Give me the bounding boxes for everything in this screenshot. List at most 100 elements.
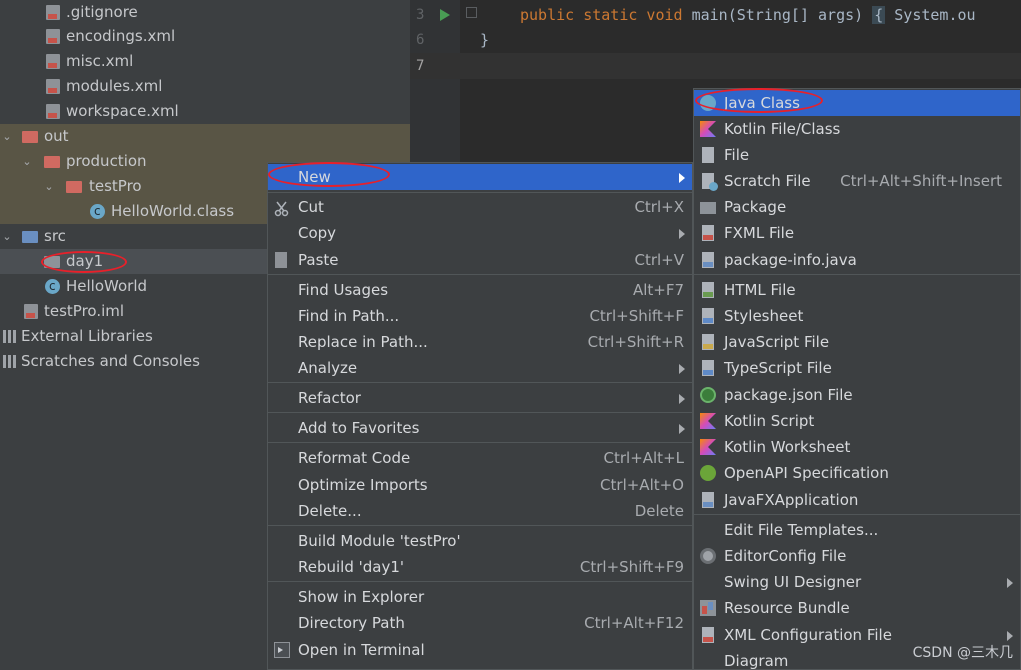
menu-item-show-in-explorer[interactable]: Show in Explorer (268, 584, 692, 610)
menu-item-find-in-path[interactable]: Find in Path... Ctrl+Shift+F (268, 303, 692, 329)
menu-item-new[interactable]: New (268, 164, 692, 190)
menu-item-paste[interactable]: Paste Ctrl+V (268, 247, 692, 273)
menu-item-directory-path[interactable]: Directory Path Ctrl+Alt+F12 (268, 610, 692, 636)
menu-item-rebuild[interactable]: Rebuild 'day1' Ctrl+Shift+F9 (268, 554, 692, 580)
scratch-file-icon (702, 173, 718, 191)
submenu-item-fxml-file[interactable]: FXML File (694, 220, 1020, 246)
submenu-item-javascript-file[interactable]: JavaScript File (694, 329, 1020, 355)
submenu-item-typescript-file[interactable]: TypeScript File (694, 355, 1020, 381)
submenu-item-html-file[interactable]: HTML File (694, 277, 1020, 303)
tree-item-gitignore[interactable]: .gitignore (0, 0, 410, 25)
submenu-arrow-icon (1007, 578, 1013, 588)
code-text: main(String[] args) (682, 6, 873, 24)
code-line[interactable]: 6 } (410, 27, 1021, 53)
submenu-arrow-icon (1007, 631, 1013, 641)
chevron-down-icon[interactable]: ⌄ (42, 174, 56, 199)
menu-item-open-in-terminal[interactable]: Open in Terminal (268, 637, 692, 663)
submenu-arrow-icon (679, 424, 685, 434)
file-icon (702, 147, 714, 163)
menu-item-shortcut: Ctrl+Alt+F12 (584, 614, 684, 632)
folder-icon (66, 181, 82, 193)
menu-item-label: Show in Explorer (298, 588, 425, 606)
submenu-item-java-class[interactable]: Java Class (694, 90, 1020, 116)
menu-item-analyze[interactable]: Analyze (268, 355, 692, 381)
menu-item-label: Kotlin Worksheet (724, 438, 851, 456)
libraries-icon (2, 329, 18, 344)
menu-item-label: JavaFXApplication (724, 491, 859, 509)
submenu-item-swing-ui-designer[interactable]: Swing UI Designer (694, 569, 1020, 595)
xml-file-icon (46, 29, 60, 44)
menu-item-label: Java Class (724, 94, 800, 112)
code-text: } (480, 31, 490, 49)
tree-item-workspace-xml[interactable]: workspace.xml (0, 99, 410, 124)
submenu-item-kotlin-script[interactable]: Kotlin Script (694, 408, 1020, 434)
menu-item-label: Delete... (298, 502, 362, 520)
submenu-item-openapi[interactable]: OpenAPI Specification (694, 460, 1020, 486)
menu-item-label: package-info.java (724, 251, 857, 269)
tree-item-label: modules.xml (66, 77, 163, 95)
submenu-arrow-icon (679, 173, 685, 183)
chevron-down-icon[interactable]: ⌄ (0, 224, 14, 249)
file-icon (46, 5, 60, 20)
submenu-item-edit-file-templates[interactable]: Edit File Templates... (694, 517, 1020, 543)
menu-item-shortcut: Ctrl+Shift+R (587, 333, 684, 351)
menu-item-replace-in-path[interactable]: Replace in Path... Ctrl+Shift+R (268, 329, 692, 355)
submenu-item-package-info[interactable]: package-info.java (694, 247, 1020, 273)
submenu-item-kotlin-file[interactable]: Kotlin File/Class (694, 116, 1020, 142)
menu-item-copy[interactable]: Copy (268, 220, 692, 246)
menu-item-refactor[interactable]: Refactor (268, 385, 692, 411)
menu-item-label: Find in Path... (298, 307, 400, 325)
submenu-item-stylesheet[interactable]: Stylesheet (694, 303, 1020, 329)
menu-item-label: Add to Favorites (298, 419, 420, 437)
menu-item-label: Package (724, 198, 787, 216)
menu-item-delete[interactable]: Delete... Delete (268, 498, 692, 524)
tree-item-misc-xml[interactable]: misc.xml (0, 49, 410, 74)
menu-item-shortcut: Delete (634, 502, 684, 520)
menu-separator (268, 382, 692, 383)
menu-item-shortcut: Ctrl+Alt+L (603, 449, 685, 467)
submenu-item-scratch-file[interactable]: Scratch File Ctrl+Alt+Shift+Insert (694, 168, 1020, 194)
submenu-item-package[interactable]: Package (694, 194, 1020, 220)
menu-item-build-module[interactable]: Build Module 'testPro' (268, 528, 692, 554)
menu-separator (268, 192, 692, 193)
tree-item-encodings-xml[interactable]: encodings.xml (0, 24, 410, 49)
tree-item-label: HelloWorld (66, 277, 148, 295)
class-icon (90, 199, 105, 224)
xml-file-icon (46, 104, 60, 119)
tree-item-label: Scratches and Consoles (21, 352, 200, 370)
menu-item-shortcut: Ctrl+V (634, 251, 684, 269)
menu-item-label: Scratch File (724, 172, 811, 190)
menu-item-label: Rebuild 'day1' (298, 558, 405, 576)
scratches-icon (2, 354, 18, 369)
context-menu: New Cut Ctrl+X Copy Paste Ctrl+V Find Us… (267, 162, 693, 670)
menu-item-label: XML Configuration File (724, 626, 892, 644)
submenu-item-editorconfig[interactable]: EditorConfig File (694, 543, 1020, 569)
code-line[interactable]: 3 public static void main(String[] args)… (410, 2, 1021, 28)
tree-item-modules-xml[interactable]: modules.xml (0, 74, 410, 99)
menu-item-find-usages[interactable]: Find Usages Alt+F7 (268, 277, 692, 303)
folder-icon (22, 131, 38, 143)
javascript-file-icon (702, 334, 714, 350)
submenu-item-resource-bundle[interactable]: Resource Bundle (694, 595, 1020, 621)
menu-item-optimize-imports[interactable]: Optimize Imports Ctrl+Alt+O (268, 472, 692, 498)
submenu-item-kotlin-worksheet[interactable]: Kotlin Worksheet (694, 434, 1020, 460)
run-icon[interactable] (440, 9, 450, 21)
menu-item-cut[interactable]: Cut Ctrl+X (268, 194, 692, 220)
tree-item-label: workspace.xml (66, 102, 179, 120)
chevron-down-icon[interactable]: ⌄ (0, 124, 14, 149)
java-class-icon (700, 95, 716, 111)
menu-item-add-to-favorites[interactable]: Add to Favorites (268, 415, 692, 441)
tree-item-out[interactable]: ⌄ out (0, 124, 410, 149)
submenu-item-package-json[interactable]: package.json File (694, 382, 1020, 408)
submenu-item-file[interactable]: File (694, 142, 1020, 168)
submenu-item-javafx-application[interactable]: JavaFXApplication (694, 487, 1020, 513)
kotlin-script-icon (700, 413, 716, 429)
menu-item-label: Directory Path (298, 614, 405, 632)
tree-item-label: encodings.xml (66, 27, 176, 45)
menu-item-reformat-code[interactable]: Reformat Code Ctrl+Alt+L (268, 445, 692, 471)
chevron-down-icon[interactable]: ⌄ (20, 149, 34, 174)
folder-icon (44, 156, 60, 168)
fold-icon[interactable] (466, 7, 477, 18)
menu-separator (268, 581, 692, 582)
code-line-current[interactable]: 7 (410, 53, 1021, 79)
